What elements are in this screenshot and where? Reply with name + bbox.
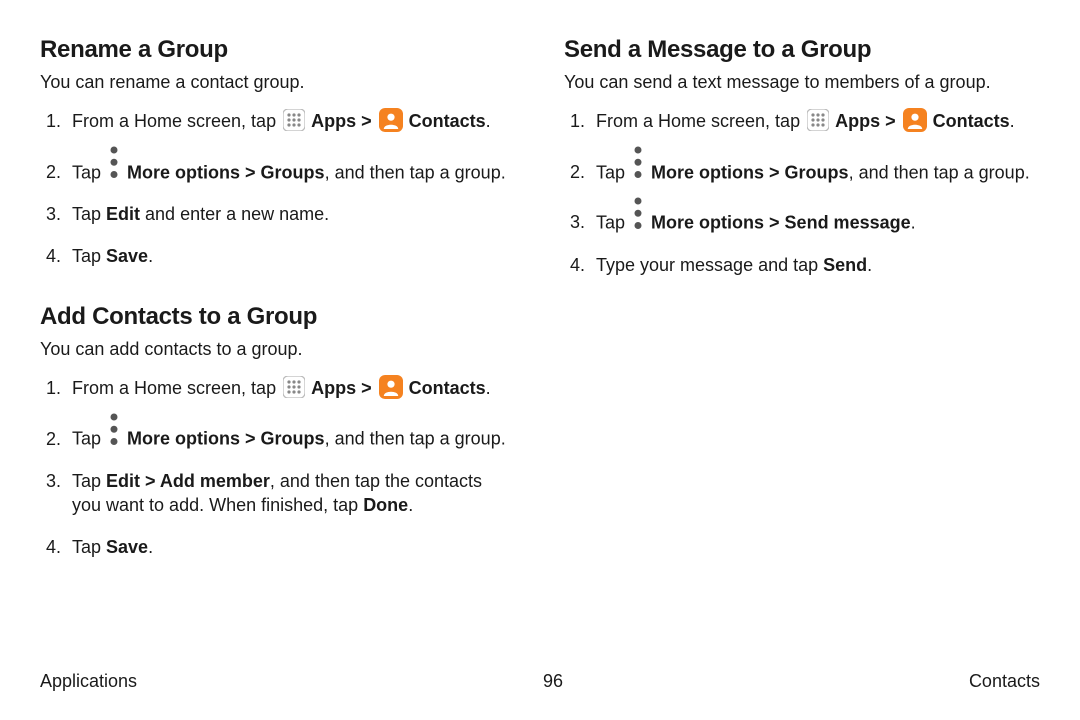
right-column: Send a Message to a Group You can send a… (564, 36, 1040, 594)
text: . (148, 537, 153, 557)
text: . (486, 378, 491, 398)
text: Tap (72, 162, 106, 182)
step: Tap Edit > Add member, and then tap the … (66, 469, 516, 518)
text: , and then tap a group. (325, 162, 506, 182)
text: . (486, 111, 491, 131)
more-options-icon (631, 202, 645, 224)
text: and enter a new name. (140, 204, 329, 224)
chevron: > (880, 111, 901, 131)
save-label: Save (106, 246, 148, 266)
text: , and then tap a group. (325, 429, 506, 449)
heading-rename: Rename a Group (40, 36, 516, 64)
text: , and then tap a group. (849, 162, 1030, 182)
desc-send: You can send a text message to members o… (564, 70, 1040, 94)
more-options-icon (107, 152, 121, 174)
step: Tap More options > Send message. (590, 202, 1040, 235)
text: From a Home screen, tap (596, 111, 805, 131)
text: . (911, 212, 916, 232)
page-footer: Applications 96 Contacts (40, 671, 1040, 692)
step: From a Home screen, tap Apps > Contacts. (66, 375, 516, 400)
text: Type your message and tap (596, 255, 823, 275)
step: Tap Save. (66, 244, 516, 268)
more-groups-label: More options > Groups (127, 162, 325, 182)
apps-icon (283, 376, 305, 398)
chevron: > (356, 378, 377, 398)
step: Tap Edit and enter a new name. (66, 202, 516, 226)
apps-label: Apps (835, 111, 880, 131)
apps-icon (283, 109, 305, 131)
step: Type your message and tap Send. (590, 253, 1040, 277)
desc-add: You can add contacts to a group. (40, 337, 516, 361)
text: Tap (596, 212, 630, 232)
contacts-icon (379, 375, 403, 399)
done-label: Done (363, 495, 408, 515)
more-options-icon (107, 418, 121, 440)
more-options-icon (631, 152, 645, 174)
contacts-label: Contacts (409, 378, 486, 398)
section-add-contacts: Add Contacts to a Group You can add cont… (40, 303, 516, 560)
step: Tap More options > Groups, and then tap … (66, 418, 516, 451)
chevron: > (356, 111, 377, 131)
contacts-label: Contacts (933, 111, 1010, 131)
text: Tap (72, 246, 106, 266)
page-body: Rename a Group You can rename a contact … (0, 0, 1080, 594)
section-rename-group: Rename a Group You can rename a contact … (40, 36, 516, 269)
contacts-label: Contacts (409, 111, 486, 131)
text: Tap (596, 162, 630, 182)
text: Tap (72, 471, 106, 491)
send-label: Send (823, 255, 867, 275)
text: Tap (72, 429, 106, 449)
apps-label: Apps (311, 378, 356, 398)
step: Tap Save. (66, 535, 516, 559)
apps-icon (807, 109, 829, 131)
text: . (1010, 111, 1015, 131)
text: Tap (72, 537, 106, 557)
footer-right: Contacts (969, 671, 1040, 692)
text: . (148, 246, 153, 266)
text: . (867, 255, 872, 275)
steps-add: From a Home screen, tap Apps > Contacts.… (40, 375, 516, 560)
contacts-icon (379, 108, 403, 132)
footer-left: Applications (40, 671, 137, 692)
heading-add: Add Contacts to a Group (40, 303, 516, 331)
step: From a Home screen, tap Apps > Contacts. (590, 108, 1040, 133)
heading-send: Send a Message to a Group (564, 36, 1040, 64)
left-column: Rename a Group You can rename a contact … (40, 36, 516, 594)
text: From a Home screen, tap (72, 111, 281, 131)
save-label: Save (106, 537, 148, 557)
step: From a Home screen, tap Apps > Contacts. (66, 108, 516, 133)
desc-rename: You can rename a contact group. (40, 70, 516, 94)
step: Tap More options > Groups, and then tap … (590, 152, 1040, 185)
step: Tap More options > Groups, and then tap … (66, 152, 516, 185)
steps-rename: From a Home screen, tap Apps > Contacts.… (40, 108, 516, 268)
more-groups-label: More options > Groups (651, 162, 849, 182)
edit-add-member-label: Edit > Add member (106, 471, 270, 491)
text: From a Home screen, tap (72, 378, 281, 398)
more-send-label: More options > Send message (651, 212, 911, 232)
footer-page-number: 96 (543, 671, 563, 692)
text: . (408, 495, 413, 515)
edit-label: Edit (106, 204, 140, 224)
contacts-icon (903, 108, 927, 132)
section-send-message: Send a Message to a Group You can send a… (564, 36, 1040, 277)
apps-label: Apps (311, 111, 356, 131)
more-groups-label: More options > Groups (127, 429, 325, 449)
text: Tap (72, 204, 106, 224)
steps-send: From a Home screen, tap Apps > Contacts.… (564, 108, 1040, 277)
